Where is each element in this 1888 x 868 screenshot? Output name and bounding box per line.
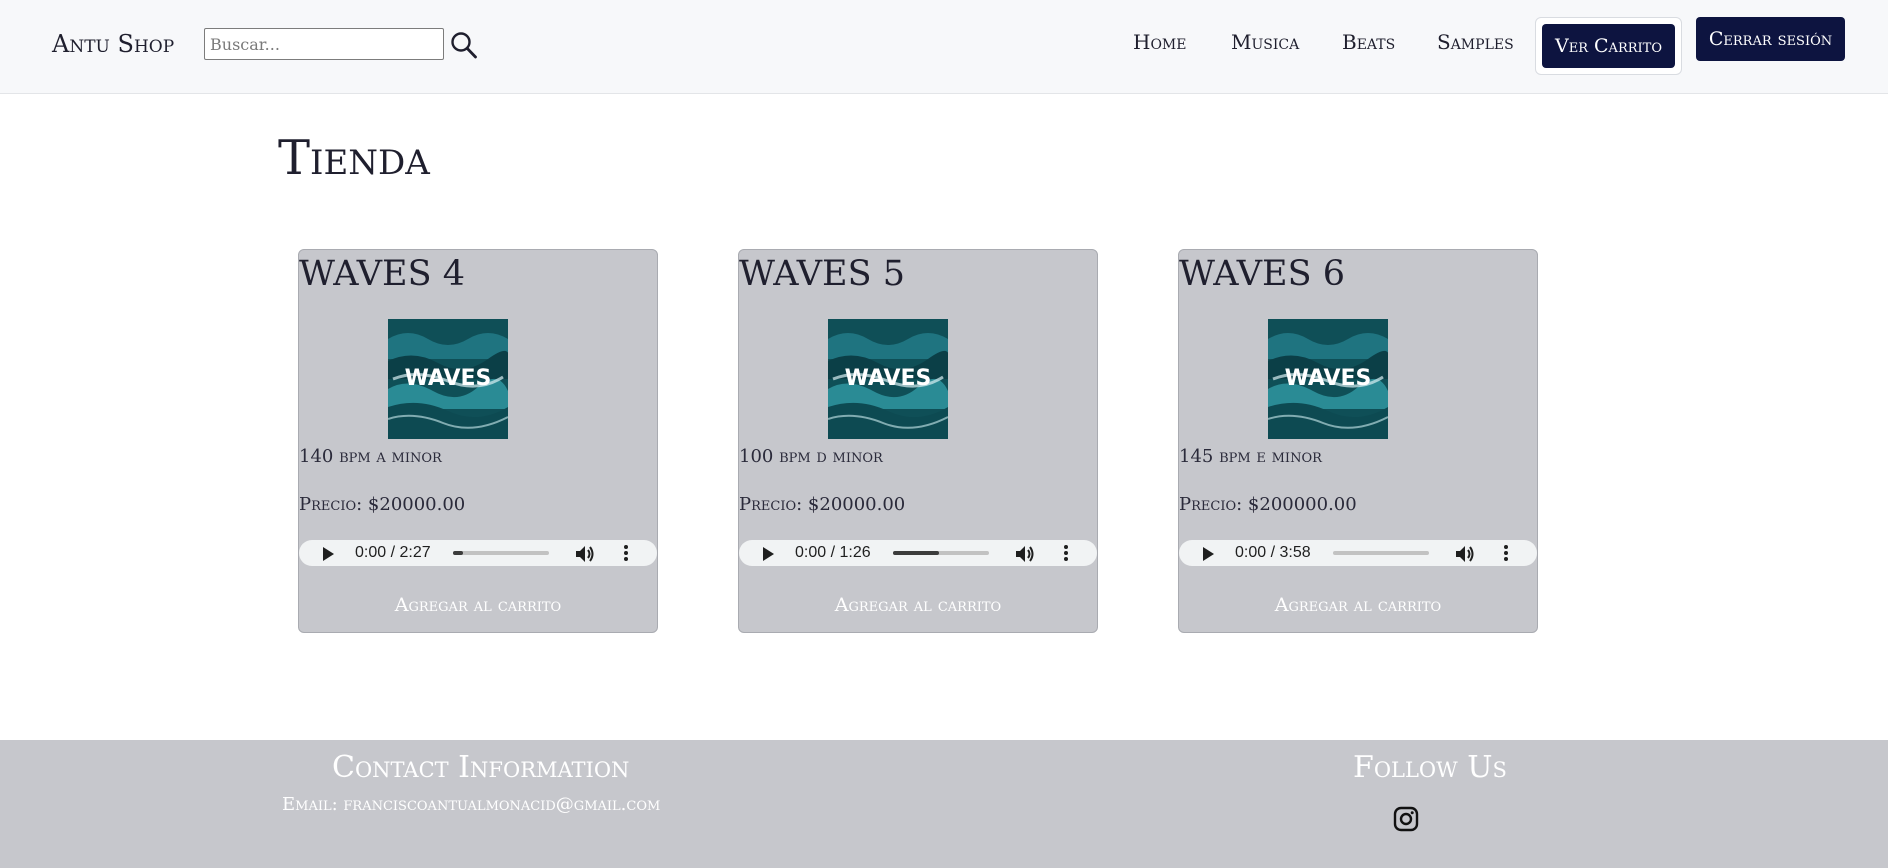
product-details: 100 bpm d minor	[739, 446, 883, 467]
product-card: WAVES 6 WAVES 145 bpm e minor Precio: $2…	[1178, 249, 1538, 633]
audio-progress	[453, 551, 463, 555]
volume-icon[interactable]	[575, 545, 595, 563]
view-cart-button[interactable]: Ver Carrito	[1542, 24, 1675, 68]
cart-button-frame: Ver Carrito	[1535, 17, 1682, 75]
cover-text: WAVES	[845, 366, 932, 391]
nav-link-home[interactable]: Home	[1133, 30, 1186, 54]
search-icon[interactable]	[450, 30, 478, 60]
volume-icon[interactable]	[1455, 545, 1475, 563]
search-input[interactable]	[204, 28, 444, 60]
cover-text: WAVES	[405, 366, 492, 391]
audio-progress	[893, 551, 940, 555]
product-price: Precio: $200000.00	[1179, 494, 1357, 515]
product-card: WAVES 5 WAVES 100 bpm d minor Precio: $2…	[738, 249, 1098, 633]
contact-title: Contact Information	[332, 750, 630, 785]
page-title: Tienda	[278, 130, 430, 186]
audio-time: 0:00 / 3:58	[1235, 544, 1311, 561]
product-price: Precio: $20000.00	[739, 494, 906, 515]
nav-link-samples[interactable]: Samples	[1437, 30, 1514, 54]
audio-player: 0:00 / 2:27	[299, 540, 657, 566]
volume-icon[interactable]	[1015, 545, 1035, 563]
audio-player: 0:00 / 3:58	[1179, 540, 1537, 566]
brand-logo-link[interactable]: Antu Shop	[52, 30, 174, 58]
audio-seek-slider[interactable]	[453, 551, 549, 555]
add-to-cart-button[interactable]: Agregar al carrito	[739, 594, 1097, 616]
product-details: 145 bpm e minor	[1179, 446, 1322, 467]
logout-button[interactable]: Cerrar sesión	[1696, 17, 1845, 61]
audio-seek-slider[interactable]	[1333, 551, 1429, 555]
navbar: Antu Shop Home Musica Beats Samples Ver …	[0, 0, 1888, 94]
album-cover-image: WAVES	[1268, 319, 1388, 439]
product-title: WAVES 5	[739, 254, 905, 294]
more-options-icon[interactable]	[623, 544, 629, 562]
cover-text: WAVES	[1285, 366, 1372, 391]
nav-link-musica[interactable]: Musica	[1231, 30, 1299, 54]
footer: Contact Information Email: franciscoantu…	[0, 740, 1888, 868]
add-to-cart-button[interactable]: Agregar al carrito	[299, 594, 657, 616]
product-title: WAVES 4	[299, 254, 465, 294]
product-details: 140 bpm a minor	[299, 446, 442, 467]
play-icon[interactable]	[1203, 547, 1214, 561]
audio-time: 0:00 / 2:27	[355, 544, 431, 561]
more-options-icon[interactable]	[1503, 544, 1509, 562]
add-to-cart-button[interactable]: Agregar al carrito	[1179, 594, 1537, 616]
contact-email: Email: franciscoantualmonacid@gmail.com	[282, 794, 661, 815]
product-card: WAVES 4 WAVES 140 bpm a minor Precio: $2…	[298, 249, 658, 633]
play-icon[interactable]	[763, 547, 774, 561]
product-price: Precio: $20000.00	[299, 494, 466, 515]
album-cover-image: WAVES	[828, 319, 948, 439]
more-options-icon[interactable]	[1063, 544, 1069, 562]
follow-title: Follow Us	[1353, 750, 1507, 785]
nav-link-beats[interactable]: Beats	[1342, 30, 1395, 54]
instagram-icon[interactable]	[1393, 806, 1419, 832]
product-title: WAVES 6	[1179, 254, 1345, 294]
audio-player: 0:00 / 1:26	[739, 540, 1097, 566]
audio-time: 0:00 / 1:26	[795, 544, 871, 561]
audio-seek-slider[interactable]	[893, 551, 989, 555]
play-icon[interactable]	[323, 547, 334, 561]
album-cover-image: WAVES	[388, 319, 508, 439]
